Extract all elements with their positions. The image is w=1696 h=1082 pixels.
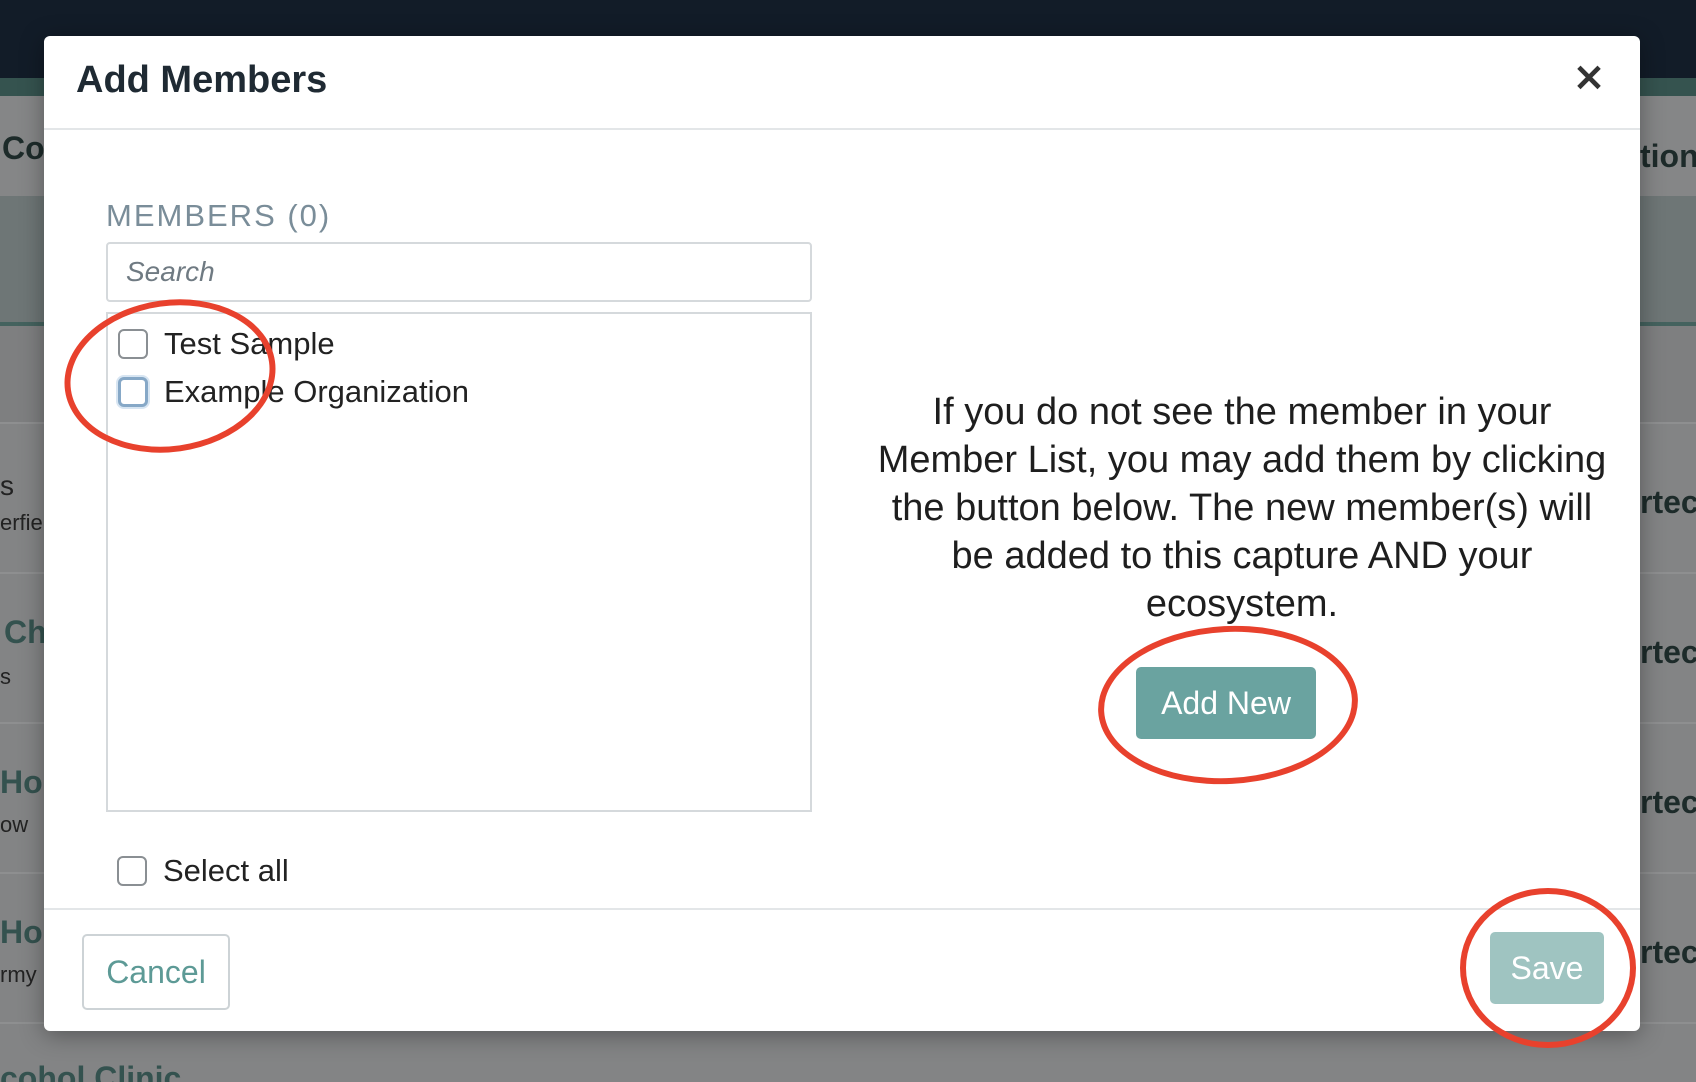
member-label: Test Sample — [164, 326, 335, 361]
member-list[interactable]: Test Sample Example Organization — [106, 312, 812, 812]
member-checkbox-test-sample[interactable] — [118, 329, 148, 359]
select-all-row[interactable]: Select all — [117, 851, 289, 891]
member-search-input[interactable] — [106, 242, 812, 302]
background-fragment: rmy — [0, 962, 37, 987]
background-fragment: Co — [2, 130, 45, 166]
background-fragment: s — [0, 470, 14, 501]
background-fragment: Ch — [4, 614, 47, 650]
background-fragment: cohol Clinic — [0, 1060, 182, 1082]
background-fragment: rtec — [1640, 784, 1696, 820]
list-item[interactable]: Test Sample — [118, 324, 335, 364]
cancel-button[interactable]: Cancel — [82, 934, 230, 1010]
member-checkbox-example-organization[interactable] — [118, 377, 148, 407]
member-label: Example Organization — [164, 374, 469, 409]
modal-title: Add Members — [76, 59, 328, 101]
add-members-modal: Add Members × MEMBERS (0) Test Sample Ex… — [44, 36, 1640, 1031]
close-icon[interactable]: × — [1566, 54, 1612, 100]
background-fragment: s — [0, 664, 11, 689]
save-button[interactable]: Save — [1490, 932, 1604, 1004]
background-fragment: rtec — [1640, 634, 1696, 670]
modal-header: Add Members × — [44, 36, 1640, 130]
select-all-label: Select all — [163, 853, 289, 888]
background-fragment: rtec — [1640, 934, 1696, 970]
background-fragment: ow — [0, 812, 29, 837]
select-all-checkbox[interactable] — [117, 856, 147, 886]
members-count-label: MEMBERS (0) — [106, 198, 332, 233]
list-item[interactable]: Example Organization — [118, 372, 469, 412]
add-member-help-text: If you do not see the member in your Mem… — [877, 391, 1607, 625]
background-fragment: tion — [1640, 138, 1696, 174]
background-fragment: rtec — [1640, 484, 1696, 520]
modal-footer: Cancel Save — [44, 908, 1640, 1033]
add-new-button[interactable]: Add New — [1136, 667, 1316, 739]
background-fragment: erfie — [0, 510, 43, 535]
